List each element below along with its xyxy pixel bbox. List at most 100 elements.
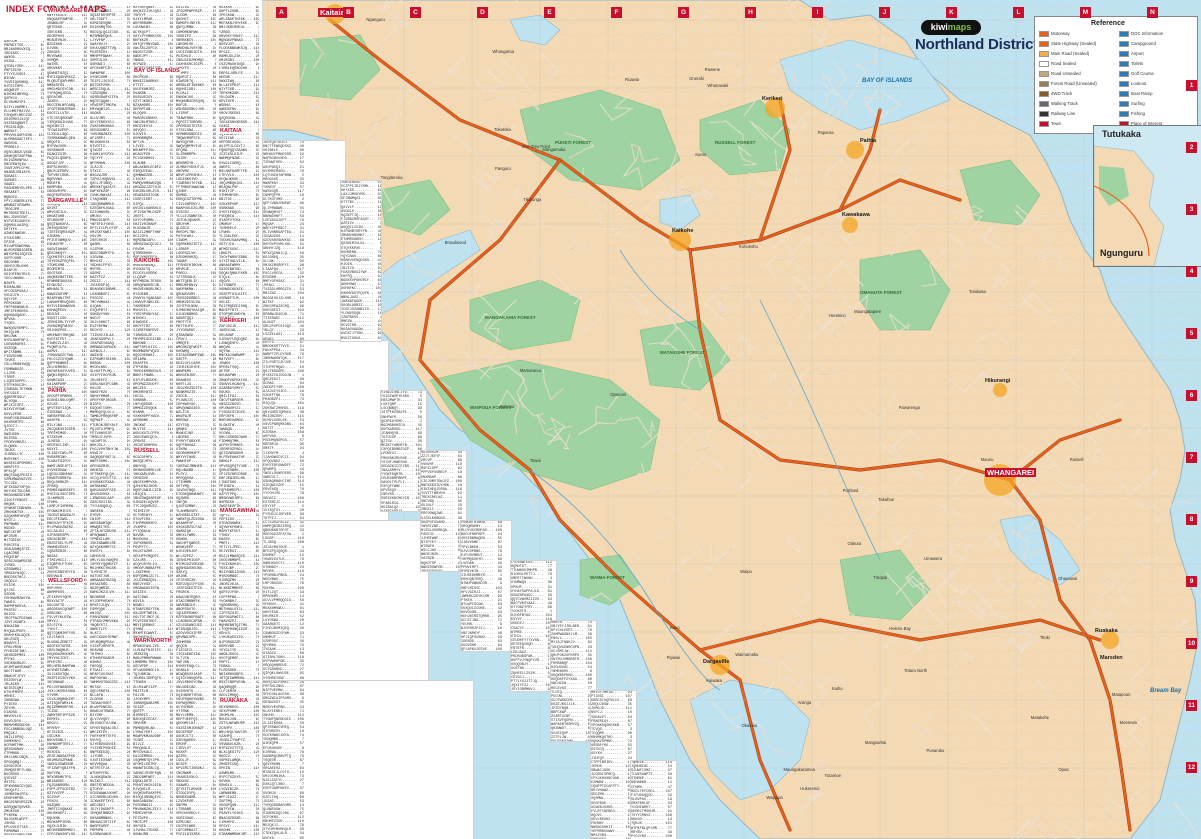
legend-label: Road Unsealed (1051, 71, 1081, 77)
urban-area (993, 383, 1007, 397)
place-label: Maunu (980, 456, 994, 462)
legend-label: Walking Track (1051, 101, 1078, 107)
legend-item: Railway Line (1039, 111, 1075, 117)
legend-swatch (1039, 111, 1049, 117)
tutukaka-inset-map[interactable]: Tutukaka Ngunguru (1093, 125, 1201, 267)
legend-item: Motorway (1039, 31, 1070, 37)
legend-label: Golf Course (1131, 71, 1154, 77)
legend-label: Campground (1131, 41, 1156, 47)
index-column: GXEOJM......... 2 PBPWCFTOS...... 84 NBJ… (4, 40, 44, 835)
index-panel: INDEX FOR ALL MAPS GXEOJM......... 2 PBP… (0, 0, 263, 839)
legend-item: 4WD Track (1039, 91, 1072, 97)
legend-title: Reference (1091, 20, 1125, 27)
forest-label: WAIMA FOREST (590, 575, 625, 580)
town-label[interactable]: WHANGAREI (985, 468, 1037, 477)
town-label[interactable]: Hikurangi (985, 378, 1010, 384)
grid-column-marker: N (1147, 7, 1158, 18)
grid-row-marker: 10 (1186, 638, 1197, 649)
map-sheet: INDEX FOR ALL MAPS GXEOJM......... 2 PBP… (0, 0, 1201, 839)
town-label[interactable]: Kerikeri (762, 96, 783, 102)
grid-row-marker: 11 (1186, 700, 1197, 711)
place-label: Tokatoka (494, 127, 511, 133)
place-label: Tinopai (873, 575, 888, 581)
town-label[interactable]: Ruakaka (1095, 628, 1118, 634)
inset-label-ngunguru: Ngunguru (1100, 248, 1143, 258)
inset-label-tutukaka: Tutukaka (1102, 129, 1141, 139)
legend-swatch (1119, 31, 1129, 37)
index-column: DHQIJVEFQB..... 33 LXQRPQGS....... 113 R… (47, 6, 87, 835)
legend-item: Lookout (1119, 81, 1146, 87)
forest-label: MATAKOHE FOREST (660, 350, 705, 355)
place-label: Waipu (740, 569, 752, 575)
place-label: Hukerenui (800, 786, 820, 792)
place-label: Punaruku (926, 748, 945, 754)
index-section-heading: RUAKAKA (219, 698, 249, 704)
grid-row-marker: 7 (1186, 452, 1197, 463)
place-label: Matakohe (1030, 714, 1050, 720)
legend-swatch (1119, 61, 1129, 67)
legend-item: Golf Course (1119, 71, 1154, 77)
legend-label: Main Road (Sealed) (1051, 51, 1090, 57)
legend-swatch (1119, 51, 1129, 57)
legend-item: Forest Road (Unsealed) (1039, 81, 1097, 87)
index-section-heading: RUSSELL (133, 448, 161, 454)
index-overflow-block: JDOYQOTGCHJ.... 74 KNCTFEWDQDSXZ.. 40 VK… (262, 140, 346, 342)
grid-column-marker: M (1080, 7, 1091, 18)
place-label: Rawene (704, 66, 721, 72)
legend-swatch (1039, 121, 1049, 127)
place-label: Takahue (878, 497, 895, 503)
place-label: Portland (842, 487, 859, 493)
index-section-heading: WELLSFORD (47, 578, 84, 584)
grid-column-marker: K (946, 7, 957, 18)
legend-label: State Highway (Sealed) (1051, 41, 1097, 47)
place-label: Ohaeawai (1058, 575, 1078, 581)
urban-area (710, 655, 730, 675)
legend-label: Lookout (1131, 81, 1147, 87)
index-overflow-block: PUWOATBIWOB.... 68 SHGQMGHMY...... 13 RL… (460, 520, 512, 652)
grid-row-marker: 1 (1186, 80, 1197, 91)
place-label: Kamo (695, 151, 707, 157)
index-section-heading: WHANGAREI (47, 8, 84, 14)
legend-item: DOC Information (1119, 31, 1163, 37)
map-title: Northland District (915, 36, 1039, 53)
place-label: Oakura (847, 540, 862, 546)
town-label[interactable]: Kaikohe (672, 228, 693, 234)
legend-swatch (1119, 101, 1129, 107)
place-label: Whangaroa (492, 49, 515, 55)
inset-canvas (1094, 145, 1165, 266)
urban-area (842, 217, 858, 233)
town-label[interactable]: Marsden (1100, 655, 1123, 661)
place-label: Moerewa (1119, 720, 1137, 726)
place-label: Waipapa (766, 794, 783, 800)
index-column: HXTGRYQBNY..... 53 OHQXZZJYKJQHJ.. 48 TS… (133, 6, 173, 835)
place-label: Matapouri (1111, 692, 1131, 698)
place-label: Broadwood (444, 240, 466, 246)
place-label: Tikipunga (523, 196, 542, 202)
town-label[interactable]: Dargaville (703, 659, 729, 665)
grid-row-marker: 2 (1186, 142, 1197, 153)
place-label: Pawarenga (898, 404, 920, 410)
grid-column-marker: H (745, 7, 756, 18)
legend-label: Toilets (1131, 61, 1144, 67)
index-section-heading: PAIHIA (47, 388, 68, 394)
place-label: Titoki (1039, 634, 1050, 640)
place-label: Panguru (495, 165, 511, 171)
legend-box: Reference Motorway State Highway (Sealed)… (1034, 16, 1198, 134)
town-label[interactable]: Kawakawa (842, 212, 870, 218)
grid-column-marker: D (477, 7, 488, 18)
index-overflow-block: EEFFS.......... 67 BMOOKSRTTVYD... 51 FW… (262, 340, 389, 522)
legend-label: Town (1051, 121, 1062, 127)
place-label: Aranga (797, 699, 812, 705)
place-label: Herekino (829, 313, 846, 319)
legend-swatch (1119, 91, 1129, 97)
legend-swatch (1039, 61, 1049, 67)
index-overflow-block: TWMEEK......... 119 JQWUNCAC....... 54 S… (630, 760, 677, 839)
town-label[interactable]: Paihia (860, 138, 876, 144)
legend-item: State Highway (Sealed) (1039, 41, 1096, 47)
legend-swatch (1039, 71, 1049, 77)
place-label: Tutamoe (824, 773, 842, 779)
place-label: Ngunguru (366, 16, 385, 22)
place-label: Tutukaka (968, 289, 986, 295)
place-label: Onerahi (689, 76, 705, 82)
legend-swatch (1039, 41, 1049, 47)
